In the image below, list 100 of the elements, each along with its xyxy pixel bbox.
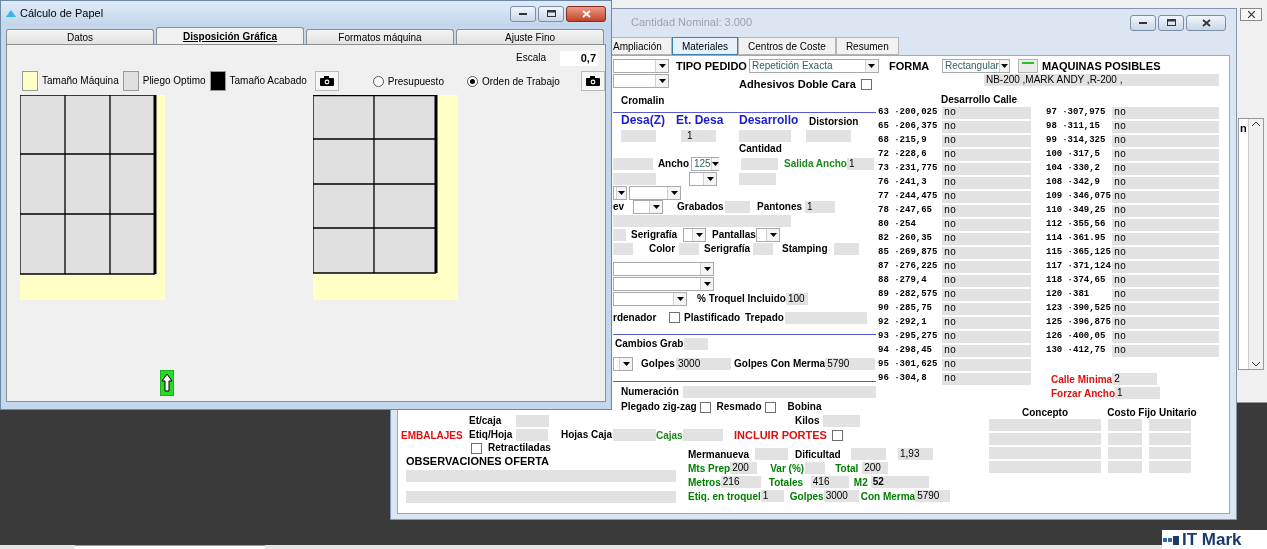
tab[interactable]: Datos xyxy=(6,29,154,44)
input-field[interactable]: 1 xyxy=(805,201,835,213)
input-field[interactable] xyxy=(989,447,1101,459)
input-field[interactable]: no xyxy=(942,247,1031,259)
checkbox[interactable] xyxy=(831,429,843,441)
dropdown[interactable]: Rectangular xyxy=(941,59,1010,73)
dropdown[interactable] xyxy=(613,357,633,371)
input-field[interactable]: no xyxy=(1112,317,1219,329)
radio-button[interactable]: Orden de Trabajo xyxy=(466,73,566,89)
input-field[interactable]: 1 xyxy=(760,490,784,502)
input-field[interactable] xyxy=(755,448,788,460)
input-field[interactable] xyxy=(1149,447,1191,459)
input-field[interactable] xyxy=(989,461,1101,473)
input-field[interactable]: no xyxy=(1112,177,1219,189)
input-field[interactable] xyxy=(613,429,656,441)
input-field[interactable] xyxy=(834,243,859,255)
input-field[interactable] xyxy=(806,130,851,142)
input-field[interactable] xyxy=(725,201,750,213)
input-field[interactable]: NB-200 ,MARK ANDY ,R-200 , xyxy=(983,74,1219,86)
radio-indicator[interactable] xyxy=(466,75,478,87)
input-field[interactable] xyxy=(621,130,656,142)
tab[interactable]: Resumen xyxy=(835,37,899,55)
input-field[interactable] xyxy=(989,433,1101,445)
input-field[interactable] xyxy=(741,157,778,170)
input-field[interactable] xyxy=(684,338,708,350)
input-field[interactable]: 3000 xyxy=(823,490,859,502)
input-field[interactable]: no xyxy=(942,177,1031,189)
input-field[interactable]: no xyxy=(1112,289,1219,301)
input-field[interactable]: no xyxy=(942,373,1031,385)
input-field[interactable] xyxy=(823,415,860,427)
input-field[interactable] xyxy=(516,429,548,441)
close-button[interactable] xyxy=(1186,14,1226,31)
tab[interactable]: Ajuste Fino xyxy=(456,29,604,44)
radio-button[interactable]: Presupuesto xyxy=(372,73,467,89)
up-arrow-icon[interactable] xyxy=(160,370,174,396)
input-field[interactable] xyxy=(406,470,676,482)
input-field[interactable]: 200 xyxy=(862,462,889,474)
input-field[interactable]: no xyxy=(1112,247,1219,259)
tab[interactable]: Materiales xyxy=(671,37,739,55)
input-field[interactable]: no xyxy=(1112,345,1219,357)
maximize-button[interactable] xyxy=(1158,14,1184,31)
input-field[interactable]: no xyxy=(1112,121,1219,133)
input-field[interactable]: no xyxy=(942,289,1031,301)
input-field[interactable]: no xyxy=(942,303,1031,315)
input-field[interactable] xyxy=(739,172,776,185)
input-field[interactable]: no xyxy=(942,331,1031,343)
tab[interactable]: Disposición Gráfica xyxy=(156,27,304,44)
dropdown[interactable] xyxy=(683,228,706,242)
input-field[interactable]: no xyxy=(942,149,1031,161)
input-field[interactable]: 5790 xyxy=(915,490,951,502)
input-field[interactable]: 200 xyxy=(730,462,758,474)
input-field[interactable] xyxy=(613,229,626,241)
dropdown[interactable]: Repetición Exacta xyxy=(748,59,879,73)
input-field[interactable]: no xyxy=(942,317,1031,329)
input-field[interactable] xyxy=(989,419,1101,431)
input-field[interactable] xyxy=(613,215,791,227)
input-field[interactable]: no xyxy=(1112,303,1219,315)
close-button[interactable] xyxy=(1240,8,1262,21)
input-field[interactable] xyxy=(683,429,723,441)
input-field[interactable]: no xyxy=(1112,275,1219,287)
small-button[interactable] xyxy=(1017,59,1038,73)
checkbox[interactable] xyxy=(764,401,776,413)
list-box[interactable]: n xyxy=(1238,118,1264,370)
input-field[interactable]: no xyxy=(942,191,1031,203)
input-field[interactable]: no xyxy=(1112,233,1219,245)
checkbox[interactable] xyxy=(860,78,872,90)
dropdown[interactable] xyxy=(633,200,663,214)
checkbox[interactable] xyxy=(471,442,482,454)
input-field[interactable] xyxy=(1108,419,1142,431)
minimize-button[interactable] xyxy=(1130,14,1156,31)
input-field[interactable] xyxy=(75,545,265,549)
input-field[interactable] xyxy=(739,130,791,142)
input-field[interactable] xyxy=(785,311,867,324)
input-field[interactable]: no xyxy=(1112,219,1219,231)
input-field[interactable]: no xyxy=(1112,191,1219,203)
input-field[interactable]: no xyxy=(942,121,1031,133)
scroll-down-icon[interactable] xyxy=(1252,362,1260,367)
checkbox[interactable] xyxy=(699,401,711,413)
input-field[interactable]: no xyxy=(942,261,1031,273)
input-field[interactable]: 416 xyxy=(810,476,849,488)
tab[interactable]: Centros de Coste xyxy=(738,37,836,55)
input-field[interactable]: 5790 xyxy=(825,358,876,370)
minimize-button[interactable] xyxy=(510,5,536,22)
dropdown[interactable] xyxy=(613,186,627,200)
input-field[interactable]: no xyxy=(942,107,1031,119)
input-field[interactable] xyxy=(1108,433,1142,445)
input-field[interactable]: no xyxy=(942,359,1031,371)
input-field[interactable]: no xyxy=(942,233,1031,245)
input-field[interactable]: 1 xyxy=(681,130,716,142)
input-field[interactable]: no xyxy=(1112,205,1219,217)
input-field[interactable] xyxy=(683,386,876,398)
scroll-up-icon[interactable] xyxy=(1252,121,1260,126)
scrollbar[interactable] xyxy=(1248,119,1263,369)
input-field[interactable] xyxy=(613,157,653,170)
input-field[interactable]: 1 xyxy=(847,157,874,170)
input-field[interactable]: no xyxy=(942,205,1031,217)
camera-button[interactable] xyxy=(581,71,605,91)
input-field[interactable]: 0,7 xyxy=(560,50,598,66)
input-field[interactable] xyxy=(851,448,886,460)
input-field[interactable]: no xyxy=(1112,261,1219,273)
